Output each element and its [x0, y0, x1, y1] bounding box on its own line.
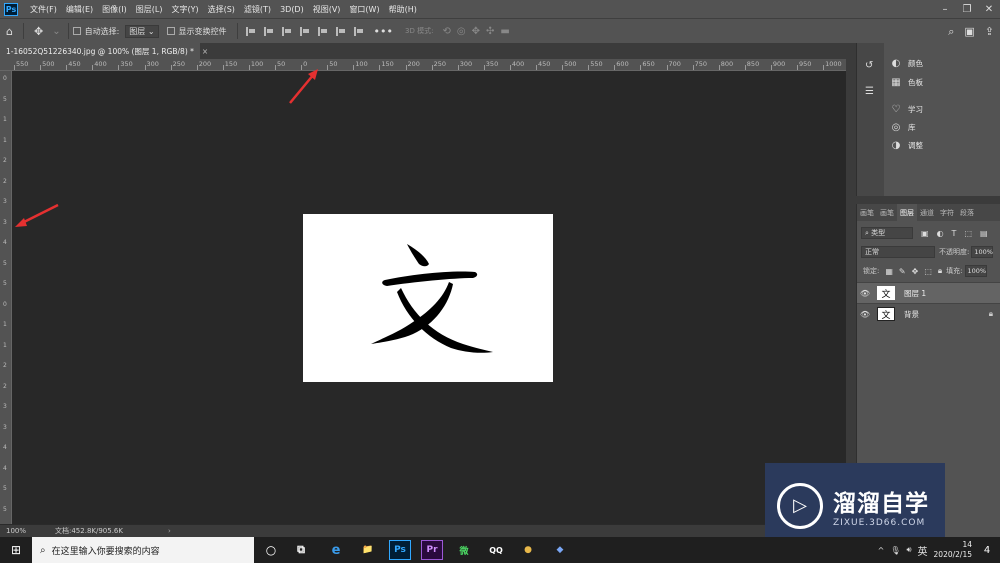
- chrome-like-icon[interactable]: ●: [517, 540, 539, 560]
- date: 2020/2/15: [933, 550, 972, 559]
- fill-input[interactable]: 100%: [964, 265, 987, 277]
- microphone-icon[interactable]: 🎙︎: [890, 546, 900, 555]
- volume-icon[interactable]: 🔊︎: [906, 545, 911, 555]
- search-icon: ⌕: [40, 544, 46, 556]
- opacity-input[interactable]: 100%: [971, 246, 994, 258]
- panel-libraries[interactable]: ◎ 库: [890, 122, 916, 133]
- collapsed-panels: ◐ 颜色 ▦ 色板 ♡ 学习 ◎ 库 ◑ 调整: [884, 43, 1000, 196]
- layer-row[interactable]: 👁︎ 文 图层 1: [857, 282, 1000, 303]
- lock-artboard-icon[interactable]: ⬚: [924, 267, 932, 276]
- arrow-left-head: [15, 218, 27, 227]
- panel-learn[interactable]: ♡ 学习: [890, 104, 923, 115]
- type-filter-icon[interactable]: T: [952, 229, 957, 238]
- blend-row: 正常 不透明度: 100%: [861, 246, 999, 258]
- layer-filter-row: ⌕ 类型 ▣ ◐ T ⬚ ▤: [861, 227, 988, 239]
- panel-icon-strip: ↺ ☰: [856, 43, 884, 196]
- watermark-text: 溜溜自学 ZIXUE.3D66.COM: [833, 484, 929, 528]
- qq-icon[interactable]: QQ: [485, 540, 507, 560]
- watermark-subtitle: ZIXUE.3D66.COM: [833, 517, 926, 528]
- zoom-field[interactable]: 100%: [0, 526, 50, 537]
- panel-color[interactable]: ◐ 颜色: [890, 58, 923, 69]
- system-tray: ^ 🎙︎ 🔊︎ 英 14 2020/2/15 4: [878, 537, 1000, 563]
- play-icon: ▷: [777, 482, 823, 529]
- tab-brush[interactable]: 画笔: [857, 204, 877, 221]
- learn-icon: ♡: [891, 104, 901, 115]
- pixel-filter-icon[interactable]: ▣: [921, 229, 929, 238]
- arrow-left: [21, 203, 59, 225]
- panel-adjustments[interactable]: ◑ 调整: [890, 140, 923, 151]
- properties-icon[interactable]: ☰: [865, 86, 874, 97]
- palette-icon: ◐: [891, 58, 901, 69]
- vertical-scrollbar[interactable]: [846, 59, 856, 524]
- notification-icon[interactable]: 4: [978, 542, 996, 558]
- lock-icon: 🔒︎: [988, 309, 993, 318]
- layer-thumbnail: 文: [877, 286, 895, 300]
- arrow-top: [289, 73, 315, 104]
- clock[interactable]: 14 2020/2/15: [934, 540, 972, 560]
- blend-mode-value: 正常: [865, 248, 879, 256]
- fill-label: 填充:: [946, 267, 963, 275]
- watermark-logo: ▷ 溜溜自学 ZIXUE.3D66.COM: [765, 463, 945, 548]
- panel-label: 库: [908, 123, 916, 132]
- edge-icon[interactable]: e: [325, 540, 347, 560]
- shape-filter-icon[interactable]: ⬚: [964, 229, 972, 238]
- blend-mode-dropdown[interactable]: 正常: [861, 246, 935, 258]
- layer-thumbnail: 文: [877, 307, 895, 321]
- ime-indicator[interactable]: 英: [918, 543, 928, 558]
- status-bar: 100% 文档:452.8K/905.6K ›: [0, 524, 856, 537]
- notification-count: 4: [983, 544, 991, 556]
- panel-label: 色板: [908, 78, 923, 87]
- layer-filter-dropdown[interactable]: ⌕ 类型: [861, 227, 913, 239]
- document-info: 文档:452.8K/905.6K: [55, 527, 123, 535]
- premiere-icon[interactable]: Pr: [421, 540, 443, 560]
- chevron-up-icon[interactable]: ^: [878, 546, 885, 555]
- layer-filter-value: 类型: [871, 229, 886, 237]
- lock-position-icon[interactable]: ✥: [912, 267, 919, 276]
- lock-transparent-icon[interactable]: ▦: [885, 267, 893, 276]
- panel-divider: [856, 196, 1000, 204]
- photoshop-taskbar-icon[interactable]: Ps: [389, 540, 411, 560]
- panel-label: 学习: [908, 105, 923, 114]
- windows-taskbar: ⊞ ⌕ 在这里输入你要搜索的内容 ○ ⧉ e 📁 Ps Pr 微 QQ ● ◆ …: [0, 537, 1000, 563]
- tab-channels[interactable]: 通道: [917, 204, 937, 221]
- taskbar-search-placeholder: 在这里输入你要搜索的内容: [51, 546, 160, 557]
- tab-paragraph[interactable]: 段落: [957, 204, 977, 221]
- smart-object-filter-icon[interactable]: ▤: [980, 229, 988, 238]
- lock-all-icon[interactable]: 🔒︎: [938, 266, 942, 276]
- panel-label: 颜色: [908, 59, 923, 68]
- watermark-title: 溜溜自学: [833, 490, 929, 517]
- layers-panel-tabs: 画笔 画笔 图层 通道 字符 段落: [857, 204, 1000, 221]
- cortana-icon[interactable]: ○: [260, 540, 282, 560]
- task-view-icon[interactable]: ⧉: [290, 540, 312, 560]
- layer-name: 图层 1: [904, 288, 927, 298]
- layer-row[interactable]: 👁︎ 文 背景 🔒︎: [857, 303, 1000, 324]
- time: 14: [962, 540, 972, 549]
- opacity-label: 不透明度:: [939, 248, 970, 256]
- tab-layers[interactable]: 图层: [897, 204, 917, 221]
- wechat-icon[interactable]: 微: [453, 540, 475, 560]
- history-icon[interactable]: ↺: [865, 60, 873, 71]
- adjustment-filter-icon[interactable]: ◐: [937, 229, 944, 238]
- eye-icon[interactable]: 👁︎: [857, 310, 873, 319]
- panel-label: 调整: [908, 141, 923, 150]
- lock-label: 锁定:: [863, 267, 880, 275]
- chevron-right-icon[interactable]: ›: [168, 527, 171, 535]
- libraries-icon: ◎: [891, 122, 901, 133]
- adjustments-icon: ◑: [891, 140, 901, 151]
- lock-pixels-icon[interactable]: ✎: [899, 267, 906, 276]
- swatches-icon: ▦: [891, 77, 901, 88]
- tab-character[interactable]: 字符: [937, 204, 957, 221]
- tab-brush-settings[interactable]: 画笔: [877, 204, 897, 221]
- lock-row: 锁定: ▦ ✎ ✥ ⬚ 🔒︎ 填充: 100%: [859, 265, 999, 277]
- panel-swatches[interactable]: ▦ 色板: [890, 77, 923, 88]
- taskbar-search[interactable]: ⌕ 在这里输入你要搜索的内容: [32, 537, 254, 563]
- eye-icon[interactable]: 👁︎: [857, 289, 873, 298]
- explorer-icon[interactable]: 📁: [357, 540, 379, 560]
- windows-start-icon[interactable]: ⊞: [0, 537, 32, 563]
- app-icon[interactable]: ◆: [549, 540, 571, 560]
- layer-name: 背景: [904, 309, 919, 319]
